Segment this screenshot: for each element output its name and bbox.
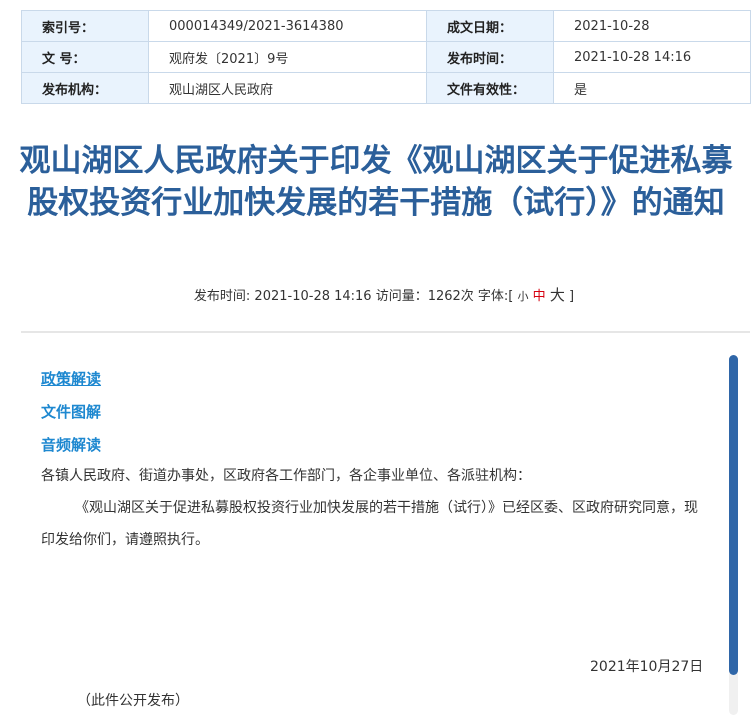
- publish-time-value: 2021-10-28 14:16: [553, 41, 751, 73]
- document-body: 各镇人民政府、街道办事处，区政府各工作部门，各企事业单位、各派驻机构： 《观山湖…: [41, 460, 711, 556]
- body-paragraph: 《观山湖区关于促进私募股权投资行业加快发展的若干措施（试行）》已经区委、区政府研…: [41, 500, 698, 548]
- file-illustration-link[interactable]: 文件图解: [41, 396, 101, 429]
- font-size-medium-button[interactable]: 中: [533, 289, 546, 304]
- document-title: 观山湖区人民政府关于印发《观山湖区关于促进私募股权投资行业加快发展的若干措施（试…: [19, 143, 733, 221]
- publisher-value: 观山湖区人民政府: [148, 72, 427, 104]
- divider: [21, 331, 750, 333]
- publish-info-text: 发布时间: 2021-10-28 14:16 访问量：1262次 字体:[: [193, 289, 514, 304]
- font-size-bracket-close: ]: [568, 289, 575, 304]
- date-value: 2021-10-28: [553, 10, 751, 42]
- meta-row: 发布机构： 观山湖区人民政府 文件有效性： 是: [21, 72, 751, 104]
- validity-label: 文件有效性：: [426, 72, 554, 104]
- doc-number-label: 文 号：: [21, 41, 149, 73]
- scrollbar-thumb[interactable]: [729, 355, 738, 675]
- font-size-large-button[interactable]: 大: [550, 286, 565, 304]
- audio-interpretation-link[interactable]: 音频解读: [41, 429, 101, 462]
- vertical-scrollbar[interactable]: [729, 355, 738, 715]
- meta-row: 索引号： 000014349/2021-3614380 成文日期： 2021-1…: [21, 10, 751, 42]
- meta-row: 文 号： 观府发〔2021〕9号 发布时间： 2021-10-28 14:16: [21, 41, 751, 73]
- font-size-small-button[interactable]: 小: [518, 290, 529, 303]
- doc-number-value: 观府发〔2021〕9号: [148, 41, 427, 73]
- index-value: 000014349/2021-3614380: [148, 10, 427, 42]
- date-label: 成文日期：: [426, 10, 554, 42]
- article-info-bar: 发布时间: 2021-10-28 14:16 访问量：1262次 字体:[ 小 …: [0, 284, 752, 305]
- public-note: （此件公开发布）: [77, 693, 189, 709]
- validity-value: 是: [553, 72, 751, 104]
- publish-time-label: 发布时间：: [426, 41, 554, 73]
- interpretation-links: 政策解读 文件图解 音频解读: [41, 363, 101, 462]
- index-label: 索引号：: [21, 10, 149, 42]
- document-meta-table: 索引号： 000014349/2021-3614380 成文日期： 2021-1…: [21, 10, 751, 104]
- publisher-label: 发布机构：: [21, 72, 149, 104]
- issue-date: 2021年10月27日: [590, 659, 704, 675]
- policy-interpretation-link[interactable]: 政策解读: [41, 363, 101, 396]
- salutation: 各镇人民政府、街道办事处，区政府各工作部门，各企事业单位、各派驻机构：: [41, 468, 531, 484]
